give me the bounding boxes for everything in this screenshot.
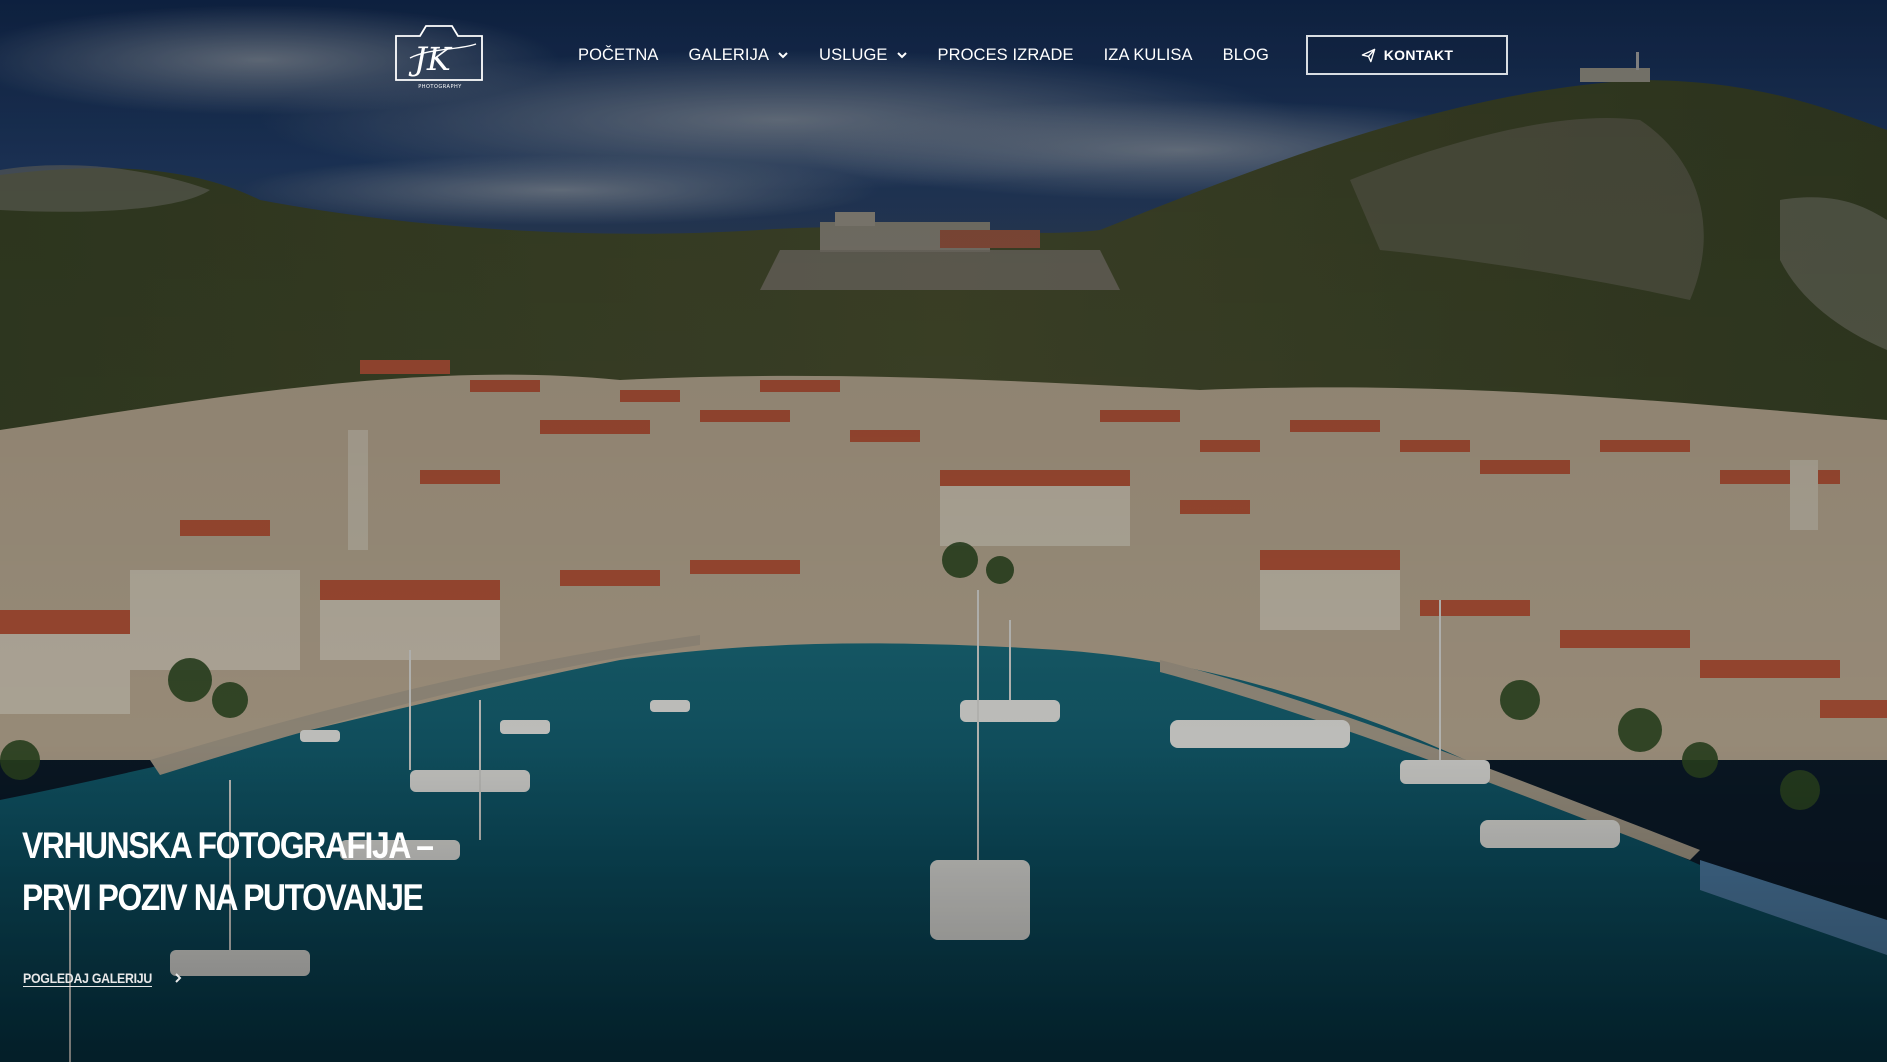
kontakt-label: KONTAKT [1383,47,1454,63]
chevron-down-icon [778,52,788,59]
nav-item-label: IZA KULISA [1103,45,1193,64]
nav-item-label: PROCES IZRADE [937,45,1074,64]
view-gallery-label: POGLEDAJ GALERIJU [23,970,153,986]
nav-item-usluge[interactable]: USLUGE [819,46,907,65]
hero-title: VRHUNSKA FOTOGRAFIJA – PRVI POZIV NA PUT… [22,820,469,924]
hero-title-line-1: VRHUNSKA FOTOGRAFIJA – [22,825,434,866]
nav-item-iza-kulisa[interactable]: IZA KULISA [1104,46,1193,65]
hero-section: JK PHOTOGRAPHY POČETNA GALERIJA USLUGE P… [0,0,1887,1062]
nav-item-blog[interactable]: BLOG [1223,46,1269,65]
main-navigation: POČETNA GALERIJA USLUGE PROCES IZRADE IZ… [578,44,1299,66]
chevron-down-icon [896,52,907,59]
nav-item-pocetna[interactable]: POČETNA [578,46,658,65]
send-icon [1361,48,1376,62]
chevron-right-icon [174,973,182,983]
kontakt-button[interactable]: KONTAKT [1306,35,1508,75]
camera-logo-icon[interactable]: JK PHOTOGRAPHY [390,18,490,90]
nav-item-label: USLUGE [819,45,888,64]
nav-item-label: BLOG [1222,45,1269,64]
nav-item-galerija[interactable]: GALERIJA [688,46,789,65]
svg-text:JK: JK [408,40,453,78]
svg-text:PHOTOGRAPHY: PHOTOGRAPHY [418,84,462,90]
view-gallery-link[interactable]: POGLEDAJ GALERIJU [23,970,184,986]
nav-item-label: GALERIJA [688,45,770,64]
nav-item-label: POČETNA [578,45,659,64]
nav-item-proces-izrade[interactable]: PROCES IZRADE [938,46,1074,65]
hero-title-line-2: PRVI POZIV NA PUTOVANJE [22,877,424,918]
